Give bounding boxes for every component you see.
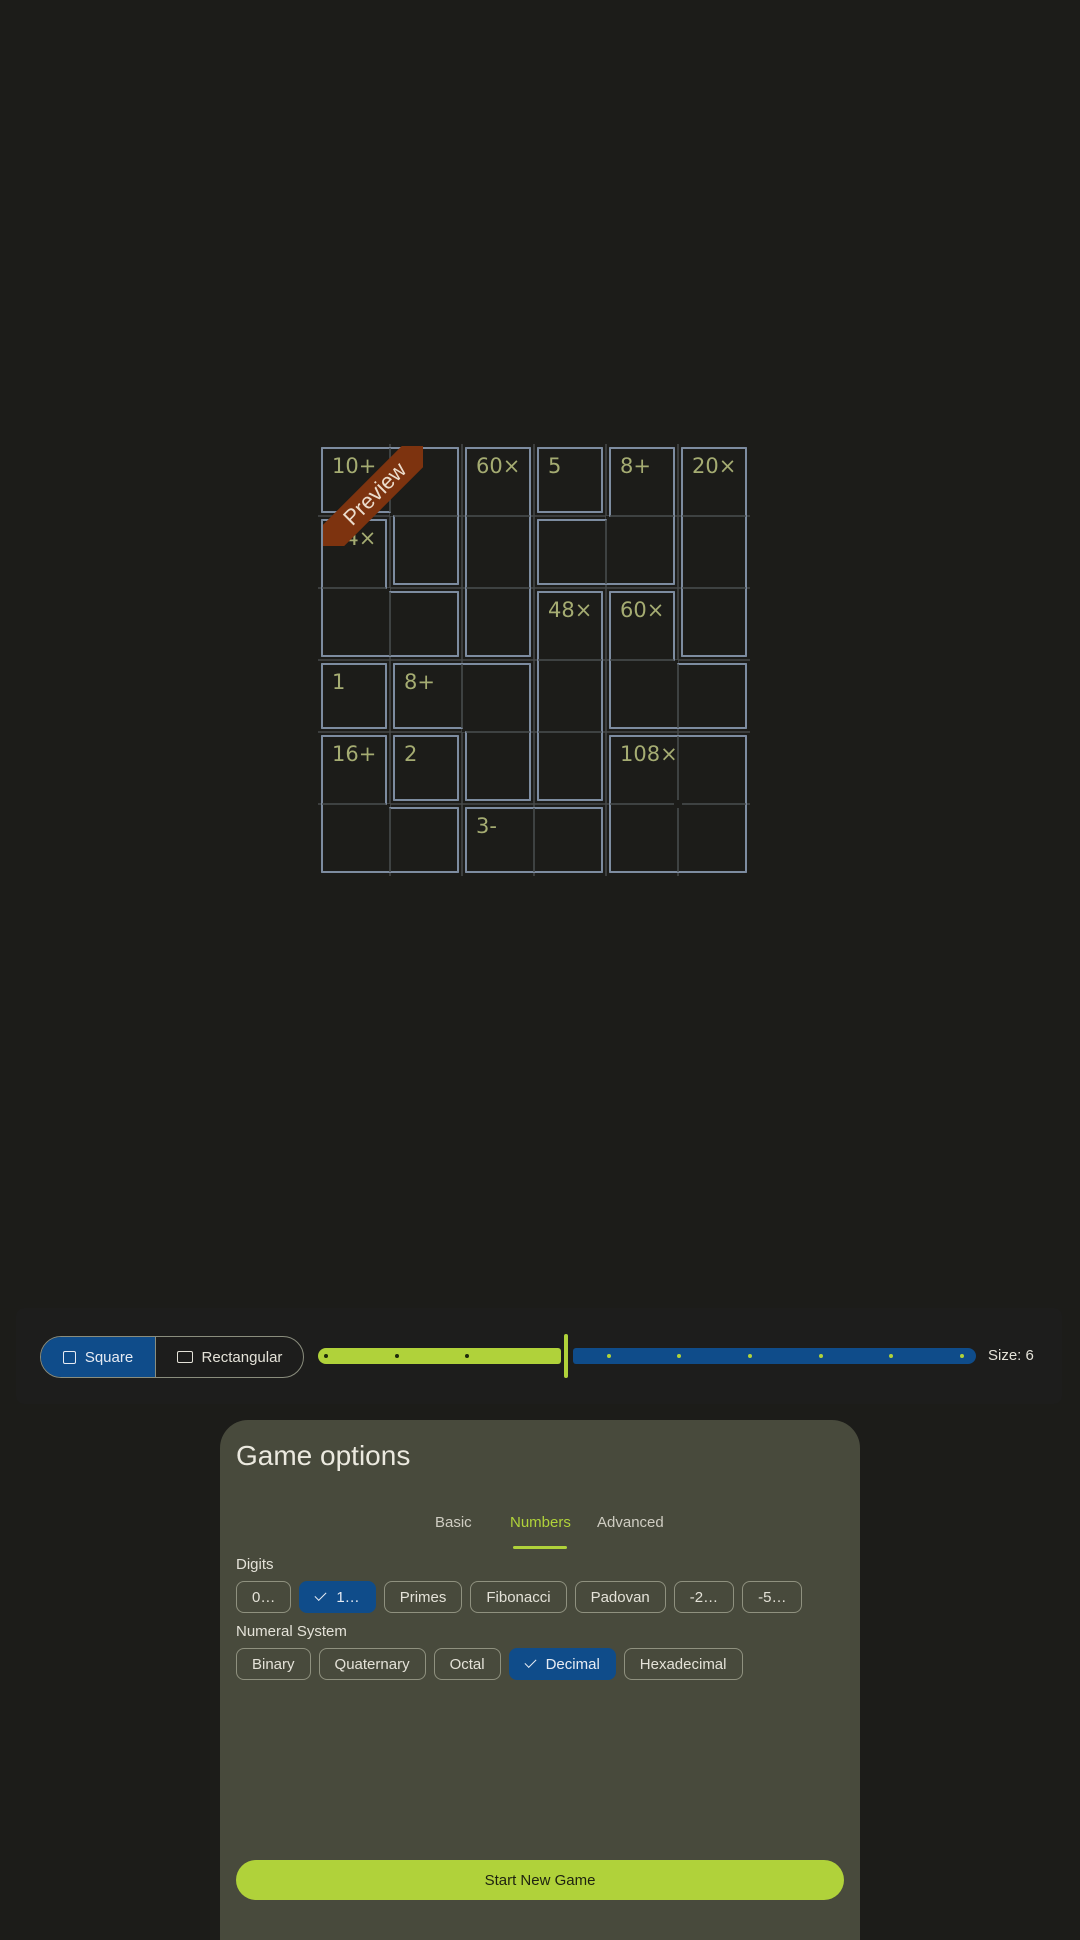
cage-cell[interactable] — [678, 804, 746, 872]
digit-chip[interactable]: -5… — [742, 1581, 803, 1613]
numeral-chips: Binary Quaternary Octal Decimal Hexadeci… — [236, 1648, 743, 1680]
cage-cell[interactable] — [322, 588, 390, 656]
digits-chips: 0… 1… Primes Fibonacci Padovan -2… -5… — [236, 1581, 803, 1613]
slider-inactive-track — [573, 1348, 976, 1364]
chip-label: -5… — [758, 1588, 787, 1606]
rectangular-label: Rectangular — [201, 1348, 283, 1366]
check-icon — [314, 1588, 327, 1602]
numeral-chip[interactable]: Quaternary — [318, 1648, 426, 1680]
cage-cell[interactable] — [606, 516, 674, 584]
tab-advanced[interactable]: Advanced — [597, 1514, 664, 1531]
chip-label: -2… — [689, 1588, 719, 1606]
cage-clue: 108× — [620, 742, 678, 766]
chip-label: Decimal — [545, 1655, 600, 1673]
chip-label: 1… — [336, 1588, 360, 1606]
chip-label: Fibonacci — [486, 1588, 551, 1606]
cage-cell[interactable] — [534, 808, 602, 872]
square-label: Square — [84, 1348, 134, 1366]
cage-clue: 20× — [692, 454, 737, 478]
cage-clue: 60× — [620, 598, 665, 622]
cage-cell[interactable] — [682, 588, 746, 656]
tab-basic[interactable]: Basic — [435, 1514, 472, 1531]
size-label: Size: 6 — [988, 1347, 1034, 1364]
shape-toggle: Square Rectangular — [40, 1336, 304, 1378]
cage-clue: 8+ — [620, 454, 651, 478]
cage-cell[interactable] — [322, 804, 390, 872]
numeral-chip-selected[interactable]: Decimal — [508, 1648, 616, 1680]
rectangular-button[interactable]: Rectangular — [156, 1337, 303, 1377]
game-options-panel: Game options Basic Numbers Advanced Digi… — [220, 1420, 860, 1940]
slider-tick — [394, 1354, 399, 1358]
slider-tick — [324, 1354, 328, 1358]
chip-label: Padovan — [590, 1588, 650, 1606]
preview-ribbon: Preview — [323, 446, 423, 546]
chip-label: Primes — [399, 1588, 447, 1606]
slider-tick — [606, 1354, 611, 1358]
numeral-system-label: Numeral System — [236, 1623, 347, 1640]
chip-label: Quaternary — [334, 1655, 410, 1673]
digit-chip[interactable]: Padovan — [574, 1581, 666, 1613]
size-slider[interactable] — [318, 1332, 976, 1380]
cage-cell[interactable] — [610, 804, 678, 872]
digit-chip[interactable]: Primes — [383, 1581, 463, 1613]
panel-title: Game options — [236, 1440, 411, 1471]
cage-cell[interactable] — [682, 516, 746, 588]
cage-cell[interactable] — [390, 592, 458, 656]
cage-cell[interactable] — [538, 520, 606, 584]
tab-indicator — [513, 1546, 567, 1549]
square-button[interactable]: Square — [41, 1337, 156, 1377]
slider-thumb[interactable] — [564, 1334, 568, 1378]
chip-label: Hexadecimal — [639, 1655, 727, 1673]
cage-clue: 2 — [404, 742, 418, 766]
start-label: Start New Game — [484, 1871, 596, 1889]
cage-clue: 5 — [548, 454, 562, 478]
chip-label: Octal — [449, 1655, 485, 1673]
start-new-game-button[interactable]: Start New Game — [236, 1860, 844, 1900]
numeral-chip[interactable]: Binary — [236, 1648, 311, 1680]
digit-chip-selected[interactable]: 1… — [299, 1581, 376, 1613]
cage-cell[interactable] — [466, 732, 530, 800]
numeral-chip[interactable]: Hexadecimal — [623, 1648, 743, 1680]
cage-clue: 3- — [476, 814, 497, 838]
cage-cell[interactable] — [678, 736, 746, 804]
check-icon — [524, 1655, 537, 1669]
slider-active-track — [318, 1348, 561, 1364]
square-icon — [62, 1350, 76, 1364]
cage-cell[interactable] — [678, 664, 746, 728]
cage-clue: 16+ — [332, 742, 377, 766]
cage-cell[interactable] — [538, 660, 602, 732]
cage-cell[interactable] — [610, 660, 678, 728]
cage-cell[interactable] — [466, 588, 530, 656]
options-tabs: Basic Numbers Advanced — [220, 1502, 860, 1552]
cage-clue: 1 — [332, 670, 346, 694]
slider-tick — [748, 1354, 752, 1358]
chip-label: Binary — [252, 1655, 295, 1673]
preview-label: Preview — [323, 446, 423, 546]
cage-cell[interactable] — [390, 808, 458, 872]
digit-chip[interactable]: 0… — [236, 1581, 292, 1613]
digits-label: Digits — [236, 1556, 274, 1573]
cage-cell[interactable] — [462, 664, 530, 732]
slider-tick — [960, 1354, 964, 1358]
digit-chip[interactable]: -2… — [673, 1581, 735, 1613]
chip-label: 0… — [252, 1588, 276, 1606]
cage-clue: 48× — [548, 598, 593, 622]
slider-tick — [818, 1354, 823, 1358]
tab-numbers[interactable]: Numbers — [510, 1514, 571, 1531]
rectangle-icon — [176, 1351, 193, 1363]
cage-cell[interactable] — [466, 516, 530, 588]
cage-clue: 60× — [476, 454, 521, 478]
numeral-chip[interactable]: Octal — [433, 1648, 501, 1680]
cage-cell[interactable] — [538, 732, 602, 800]
cage-clue: 8+ — [404, 670, 435, 694]
digit-chip[interactable]: Fibonacci — [470, 1581, 567, 1613]
